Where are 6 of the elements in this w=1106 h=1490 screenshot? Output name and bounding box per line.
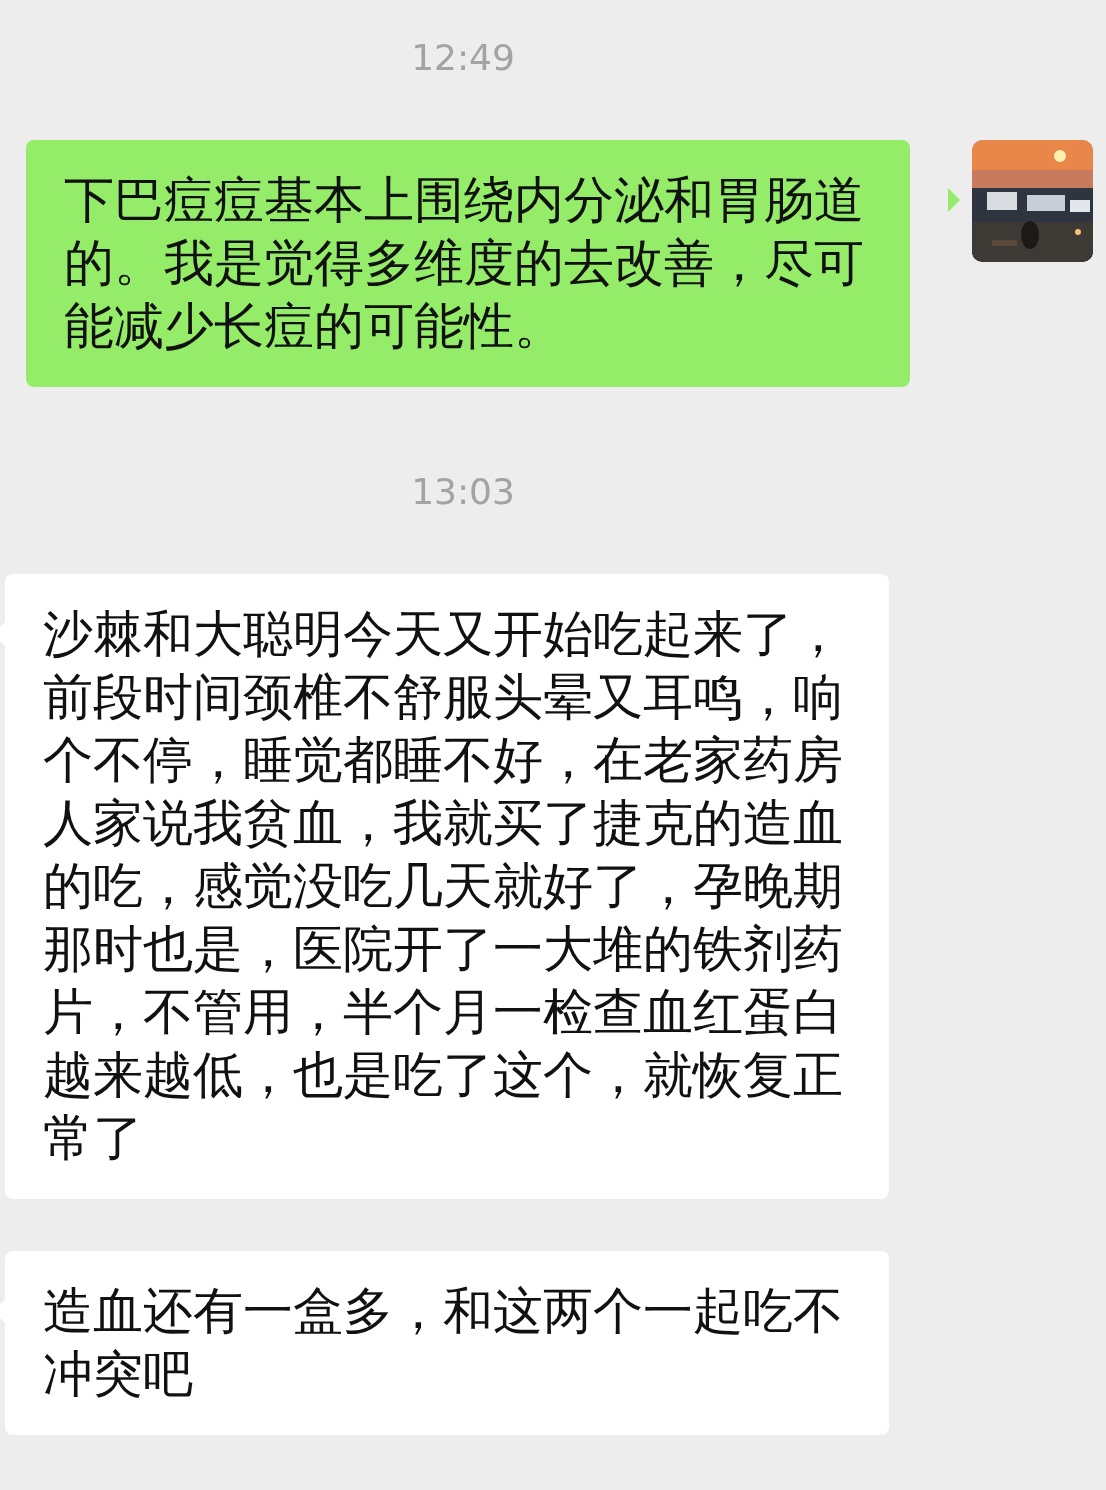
message-bubble: 造血还有一盒多，和这两个一起吃不冲突吧	[5, 1251, 889, 1435]
bubble-tail	[948, 188, 960, 212]
timestamp: 13:03	[411, 472, 515, 512]
timestamp: 12:49	[411, 38, 515, 78]
message-bubble: 下巴痘痘基本上围绕内分泌和胃肠道的。我是觉得多维度的去改善，尽可能减少长痘的可能性。	[26, 140, 910, 387]
message-bubble: 沙棘和大聪明今天又开始吃起来了，前段时间颈椎不舒服头晕又耳鸣，响个不停，睡觉都睡不好，在老家药房人家说我贫血，我就买了捷克的造血的吃，感觉没吃几天就好了，孕晚期那时也是，医院开了一大堆的铁剂药片，不管用，半个月一检查血红蛋白越来越低，也是吃了这个，就恢复正常了	[5, 574, 889, 1199]
